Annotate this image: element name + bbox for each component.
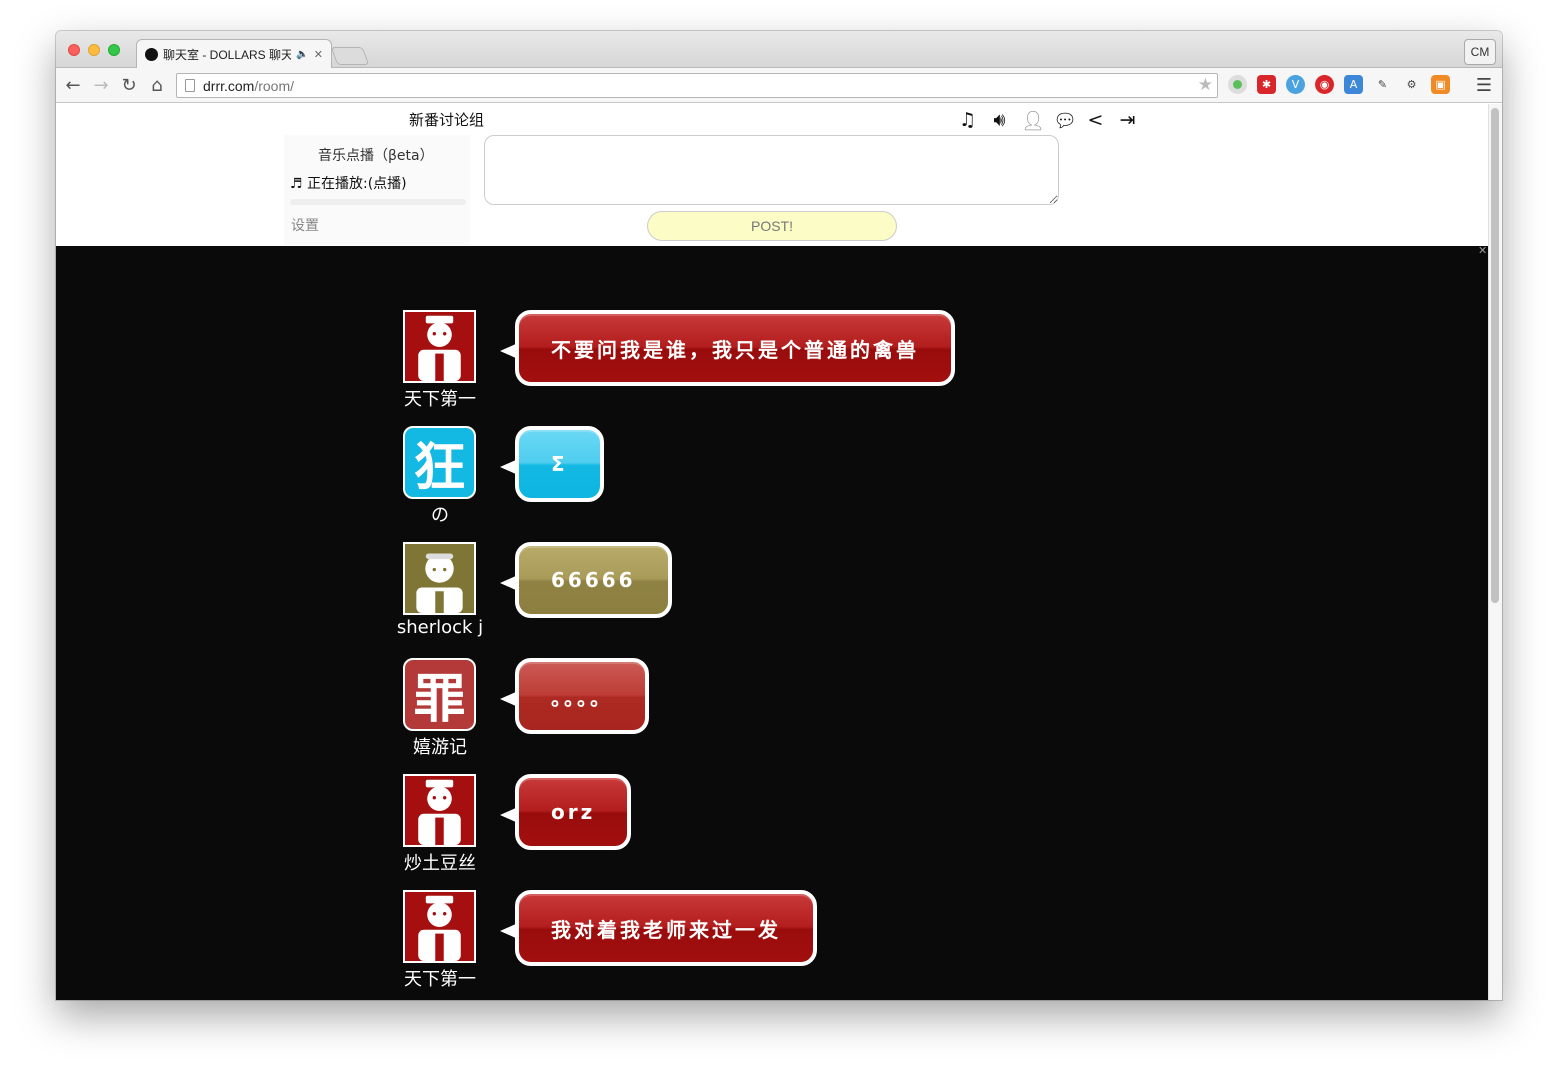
close-window-button[interactable] — [68, 44, 80, 56]
nurse-red-icon[interactable] — [403, 890, 476, 963]
gear-extension-icon[interactable]: ⚙ — [1402, 75, 1421, 94]
favicon-icon — [145, 48, 158, 61]
hamburger-menu-icon[interactable]: ☰ — [1476, 75, 1492, 96]
audio-playing-icon[interactable]: 🔈 — [296, 49, 308, 60]
now-playing: ♬ 正在播放:(点播) — [290, 176, 407, 192]
message-bubble: 。。。。 — [515, 658, 649, 734]
music-title: 音乐点播（βeta） — [318, 148, 434, 164]
message-row: 天下第一 我对着我老师来过一发 — [56, 890, 1056, 1000]
message-bubble: Σ — [515, 426, 604, 502]
nurse-red-icon[interactable] — [403, 310, 476, 383]
message-row: 天下第一 不要问我是谁，我只是个普通的禽兽 — [56, 310, 1056, 420]
music-settings-link[interactable]: 设置 — [291, 215, 319, 235]
message-row: 狂 の Σ — [56, 426, 1056, 536]
adblock-extension-icon[interactable]: ◉ — [1315, 75, 1334, 94]
browser-window: 聊天室 - DOLLARS 聊天室 🔈 ✕ CM ← → ↻ ⌂ drrr.co… — [56, 31, 1502, 1000]
share-icon[interactable]: < — [1085, 109, 1106, 132]
scrollbar-thumb[interactable] — [1491, 108, 1499, 603]
post-button[interactable]: POST! — [647, 211, 897, 241]
volume-icon[interactable]: 🔊︎ — [989, 109, 1010, 132]
green-dot-extension-icon[interactable] — [1228, 75, 1247, 94]
minimize-window-button[interactable] — [88, 44, 100, 56]
profile-button[interactable]: CM — [1464, 39, 1496, 65]
v-extension-icon[interactable]: V — [1286, 75, 1305, 94]
tab-title: 聊天室 - DOLLARS 聊天室 — [163, 48, 292, 62]
close-icon[interactable]: ✕ — [1478, 244, 1487, 257]
chat-area: 天下第一 不要问我是谁，我只是个普通的禽兽 狂 の Σ sherlock j 6… — [56, 246, 1488, 1000]
nickname: 炒土豆丝 — [404, 853, 476, 874]
user-icon[interactable]: 👤︎ — [1021, 109, 1045, 132]
translate-extension-icon[interactable]: A — [1344, 75, 1363, 94]
new-tab-button[interactable] — [330, 47, 370, 65]
room-title: 新番讨论组 — [409, 111, 485, 129]
zoom-window-button[interactable] — [108, 44, 120, 56]
person-olive-icon[interactable] — [403, 542, 476, 615]
address-bar[interactable]: drrr.com/room/ ★ — [176, 73, 1218, 98]
home-icon[interactable]: ⌂ — [146, 74, 168, 96]
extensions-bar: ✱ V ◉ A ✎ ⚙ ▣ — [1228, 75, 1450, 94]
nickname: の — [431, 505, 449, 526]
nickname: 天下第一 — [404, 389, 476, 410]
nurse-red-icon[interactable] — [403, 774, 476, 847]
message-input[interactable] — [484, 135, 1059, 205]
message-bubble: 不要问我是谁，我只是个普通的禽兽 — [515, 310, 955, 386]
music-note-icon[interactable]: ♫ — [957, 109, 978, 132]
room-header: 新番讨论组 ♫ 🔊︎ 👤︎ 💬︎ < ⇥ 音乐点播（βeta） ♬ 正在播放:(… — [56, 104, 1488, 246]
message-bubble: orz — [515, 774, 632, 850]
bookmark-star-icon[interactable]: ★ — [1198, 75, 1213, 95]
tab-close-icon[interactable]: ✕ — [314, 48, 323, 61]
nickname: 嬉游记 — [413, 737, 467, 758]
nickname: 天下第一 — [404, 969, 476, 990]
nickname: sherlock j — [396, 617, 484, 638]
evernote-extension-icon[interactable]: ✎ — [1373, 75, 1392, 94]
reload-icon[interactable]: ↻ — [118, 74, 140, 96]
message-bubble: 66666 — [515, 542, 672, 618]
lastpass-extension-icon[interactable]: ✱ — [1257, 75, 1276, 94]
browser-toolbar: ← → ↻ ⌂ drrr.com/room/ ★ ✱ V ◉ A ✎ ⚙ ▣ ☰ — [56, 68, 1502, 103]
message-row: sherlock j 66666 — [56, 542, 1056, 652]
music-panel: 音乐点播（βeta） ♬ 正在播放:(点播) 设置 — [284, 135, 470, 245]
tab-strip: 聊天室 - DOLLARS 聊天室 🔈 ✕ CM — [56, 31, 1502, 69]
forward-arrow-icon[interactable]: → — [90, 74, 112, 96]
music-progress-bar — [290, 199, 466, 205]
message-row: 炒土豆丝 orz — [56, 774, 1056, 884]
chat-icon[interactable]: 💬︎ — [1053, 109, 1077, 132]
kanji-zui-icon[interactable]: 罪 — [403, 658, 476, 731]
message-row: 罪 嬉游记 。。。。 — [56, 658, 1056, 768]
room-toolbar: ♫ 🔊︎ 👤︎ 💬︎ < ⇥ — [957, 109, 1138, 132]
back-arrow-icon[interactable]: ← — [62, 74, 84, 96]
message-bubble: 我对着我老师来过一发 — [515, 890, 817, 966]
page-viewport: 新番讨论组 ♫ 🔊︎ 👤︎ 💬︎ < ⇥ 音乐点播（βeta） ♬ 正在播放:(… — [56, 104, 1502, 1000]
page-icon — [185, 79, 195, 92]
tab-chatroom[interactable]: 聊天室 - DOLLARS 聊天室 🔈 ✕ — [136, 39, 332, 69]
orange-extension-icon[interactable]: ▣ — [1431, 75, 1450, 94]
logout-icon[interactable]: ⇥ — [1117, 109, 1138, 132]
url-text: drrr.com/room/ — [203, 77, 295, 94]
kanji-kuang-icon[interactable]: 狂 — [403, 426, 476, 499]
